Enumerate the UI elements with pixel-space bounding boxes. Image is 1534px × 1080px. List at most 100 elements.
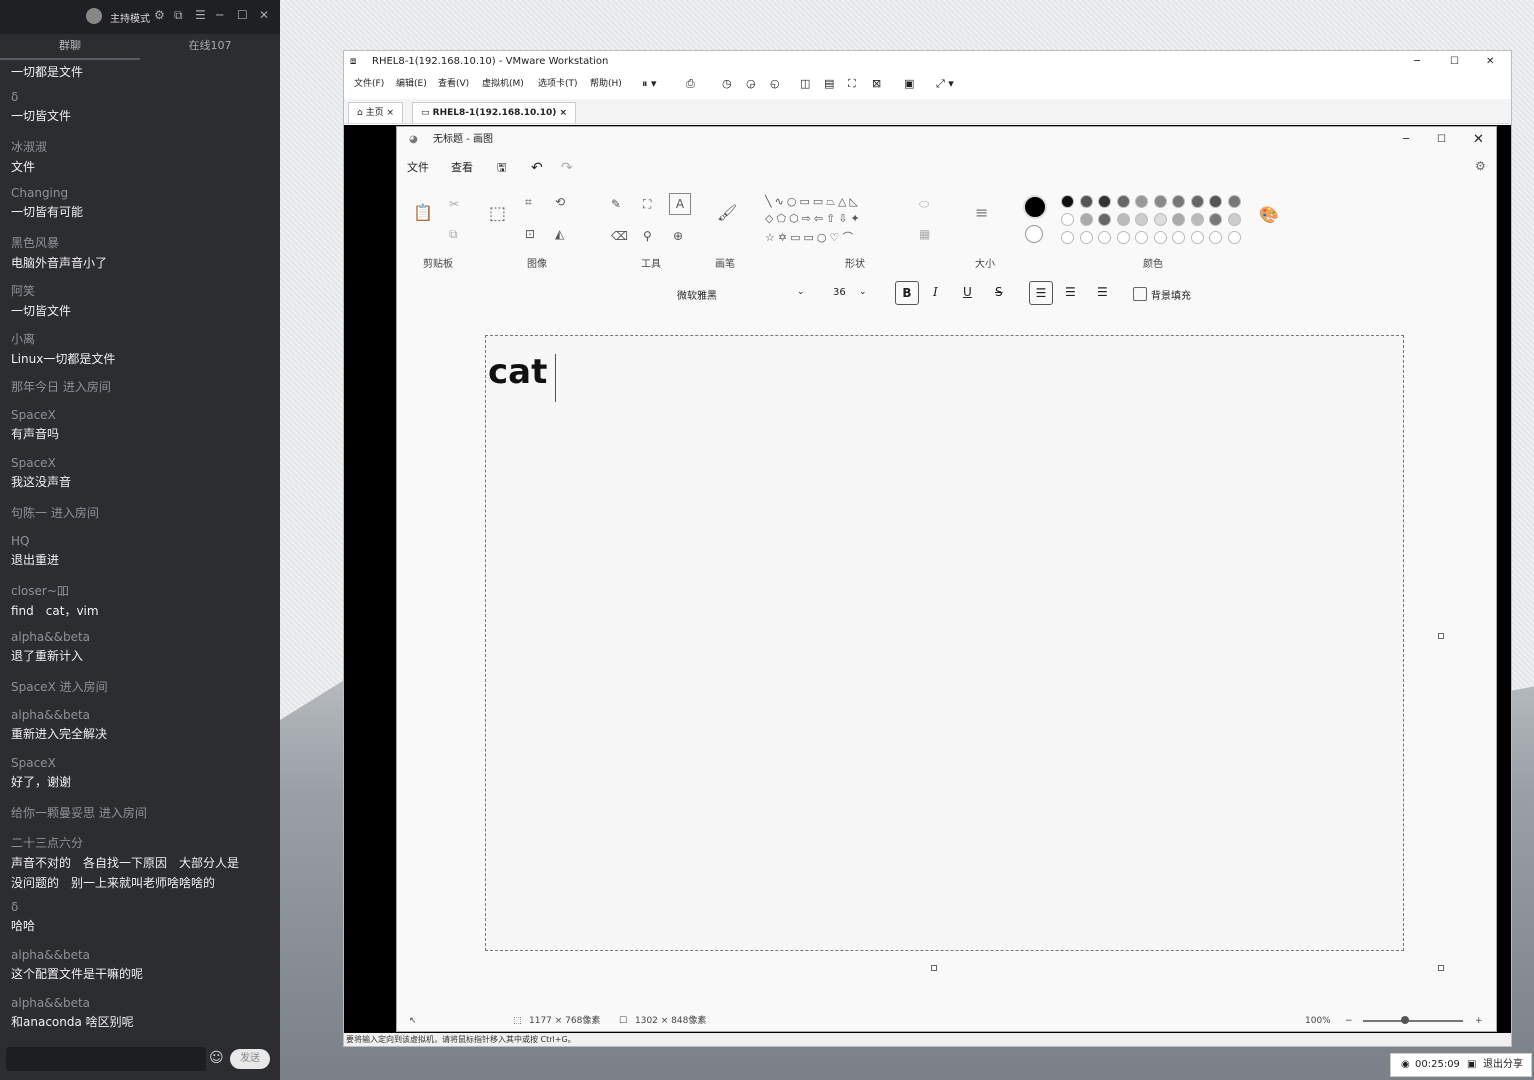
chat-input[interactable] bbox=[6, 1047, 206, 1071]
italic-button[interactable]: I bbox=[933, 285, 938, 299]
color-picker-icon[interactable]: ⚲ bbox=[643, 229, 652, 243]
menu-file[interactable]: 文件(F) bbox=[354, 73, 384, 95]
shapes-row3-icon[interactable]: ☆✡▭▭○♡⌒ bbox=[765, 229, 856, 245]
palette-swatch[interactable] bbox=[1061, 213, 1074, 226]
resize-icon[interactable]: ⊡ bbox=[525, 227, 535, 241]
resize-handle[interactable] bbox=[931, 965, 937, 971]
stretch-icon[interactable]: ⤢ ▾ bbox=[936, 73, 954, 95]
menu-view[interactable]: 查看 bbox=[451, 155, 473, 181]
tab-home[interactable]: ⌂ 主页 × bbox=[348, 102, 404, 123]
fill-icon[interactable]: ⛶ bbox=[643, 197, 651, 212]
close-icon[interactable]: ✕ bbox=[1486, 51, 1494, 73]
zoom-in-icon[interactable]: + bbox=[1475, 1011, 1483, 1031]
select-icon[interactable]: ⬚ bbox=[489, 203, 506, 224]
palette-swatch[interactable] bbox=[1135, 231, 1148, 244]
pencil-icon[interactable]: ✎ bbox=[611, 197, 621, 211]
console-icon[interactable]: ▣ bbox=[904, 73, 914, 95]
underline-button[interactable]: U bbox=[963, 285, 972, 299]
minimize-icon[interactable]: ─ bbox=[216, 8, 223, 22]
size-icon[interactable]: ≡ bbox=[975, 203, 988, 222]
settings-icon[interactable]: ⚙ bbox=[1475, 159, 1486, 173]
zoom-out-icon[interactable]: − bbox=[1345, 1011, 1353, 1031]
chevron-down-icon[interactable]: ⌄ bbox=[797, 287, 805, 297]
fullscreen-icon[interactable]: ⛶ bbox=[848, 73, 856, 95]
maximize-icon[interactable]: ☐ bbox=[1437, 127, 1446, 153]
undo-icon[interactable]: ↶ bbox=[531, 155, 543, 181]
font-size-select[interactable]: 36 bbox=[833, 287, 846, 298]
maximize-icon[interactable]: ☐ bbox=[1450, 51, 1459, 73]
menu-vm[interactable]: 虚拟机(M) bbox=[482, 73, 524, 95]
minimize-icon[interactable]: ─ bbox=[1403, 127, 1409, 153]
menu-tabs[interactable]: 选项卡(T) bbox=[538, 73, 578, 95]
redo-icon[interactable]: ↷ bbox=[561, 155, 573, 181]
color1-swatch[interactable] bbox=[1023, 195, 1047, 219]
fill-shape-icon[interactable]: ▦ bbox=[919, 227, 930, 241]
popout-icon[interactable]: ⧉ bbox=[174, 8, 183, 23]
menu-edit[interactable]: 编辑(E) bbox=[396, 73, 427, 95]
palette-swatch[interactable] bbox=[1135, 195, 1148, 208]
palette-swatch[interactable] bbox=[1172, 195, 1185, 208]
palette-swatch[interactable] bbox=[1098, 213, 1111, 226]
close-icon[interactable]: ✕ bbox=[259, 8, 269, 22]
send-keys-icon[interactable]: ⎙ bbox=[686, 73, 695, 95]
palette-swatch[interactable] bbox=[1227, 195, 1241, 208]
bold-button[interactable]: B bbox=[895, 281, 919, 305]
tab-online[interactable]: 在线107 bbox=[140, 34, 280, 58]
maximize-icon[interactable]: ☐ bbox=[237, 8, 248, 22]
unity-icon[interactable]: ⊠ bbox=[872, 73, 881, 95]
align-center-button[interactable]: ☰ bbox=[1065, 285, 1076, 299]
palette-swatch[interactable] bbox=[1079, 195, 1093, 208]
font-name-select[interactable]: 微软雅黑 bbox=[677, 287, 717, 302]
eraser-icon[interactable]: ⌫ bbox=[611, 229, 628, 243]
settings-icon[interactable]: ⚙ bbox=[154, 8, 165, 22]
palette-swatch[interactable] bbox=[1209, 213, 1222, 226]
copy-icon[interactable]: ⧉ bbox=[449, 227, 458, 242]
rotate-icon[interactable]: ⟲ bbox=[555, 195, 565, 209]
align-left-button[interactable]: ☰ bbox=[1029, 281, 1053, 305]
tab-group-chat[interactable]: 群聊 bbox=[0, 34, 140, 60]
emoji-icon[interactable]: ☺ bbox=[209, 1050, 224, 1066]
drawing-canvas[interactable]: cat bbox=[485, 335, 1404, 951]
palette-swatch[interactable] bbox=[1116, 195, 1130, 208]
stop-share-button[interactable]: 退出分享 bbox=[1483, 1054, 1523, 1076]
close-icon[interactable]: × bbox=[386, 108, 394, 118]
shapes-gallery-icon[interactable]: ╲∿○▭▭⏢△◺ bbox=[765, 195, 861, 209]
revert-icon[interactable]: ◶ bbox=[746, 73, 756, 95]
palette-swatch[interactable] bbox=[1116, 231, 1130, 244]
palette-swatch[interactable] bbox=[1061, 195, 1074, 208]
crop-icon[interactable]: ⌗ bbox=[525, 195, 532, 210]
zoom-slider-thumb[interactable] bbox=[1401, 1016, 1409, 1024]
palette-swatch[interactable] bbox=[1079, 213, 1093, 226]
edit-colors-icon[interactable]: 🎨 bbox=[1259, 205, 1279, 224]
menu-help[interactable]: 帮助(H) bbox=[590, 73, 622, 95]
color2-swatch[interactable] bbox=[1025, 225, 1043, 243]
save-icon[interactable]: 🖫 bbox=[497, 155, 506, 181]
palette-swatch[interactable] bbox=[1153, 195, 1167, 208]
palette-swatch[interactable] bbox=[1061, 231, 1074, 244]
menu-view[interactable]: 查看(V) bbox=[438, 73, 469, 95]
palette-swatch[interactable] bbox=[1135, 213, 1148, 226]
bg-fill-checkbox[interactable] bbox=[1133, 287, 1147, 301]
magnifier-icon[interactable]: ⊕ bbox=[673, 229, 683, 243]
palette-swatch[interactable] bbox=[1227, 231, 1241, 244]
snapshot-manager-icon[interactable]: ◵ bbox=[770, 73, 780, 95]
palette-swatch[interactable] bbox=[1153, 213, 1167, 226]
palette-swatch[interactable] bbox=[1209, 195, 1222, 208]
outline-icon[interactable]: ⬭ bbox=[919, 197, 929, 212]
palette-swatch[interactable] bbox=[1227, 213, 1241, 226]
align-right-button[interactable]: ☰ bbox=[1097, 285, 1108, 299]
zoom-slider[interactable] bbox=[1363, 1020, 1463, 1022]
thumbnail-icon[interactable]: ▤ bbox=[824, 73, 834, 95]
resize-handle[interactable] bbox=[1438, 633, 1444, 639]
menu-icon[interactable]: ☰ bbox=[195, 8, 206, 22]
snapshot-icon[interactable]: ◷ bbox=[722, 73, 732, 95]
brush-icon[interactable]: 🖌 bbox=[717, 203, 737, 222]
palette-swatch[interactable] bbox=[1172, 213, 1185, 226]
cut-icon[interactable]: ✂ bbox=[449, 197, 459, 211]
sidebar-icon[interactable]: ◫ bbox=[800, 73, 810, 95]
canvas-text-box[interactable]: cat bbox=[488, 352, 547, 392]
flip-icon[interactable]: ◭ bbox=[555, 227, 564, 241]
pause-icon[interactable]: ⏸ ▾ bbox=[642, 73, 657, 95]
palette-swatch[interactable] bbox=[1079, 231, 1093, 244]
paste-icon[interactable]: 📋 bbox=[413, 203, 433, 222]
